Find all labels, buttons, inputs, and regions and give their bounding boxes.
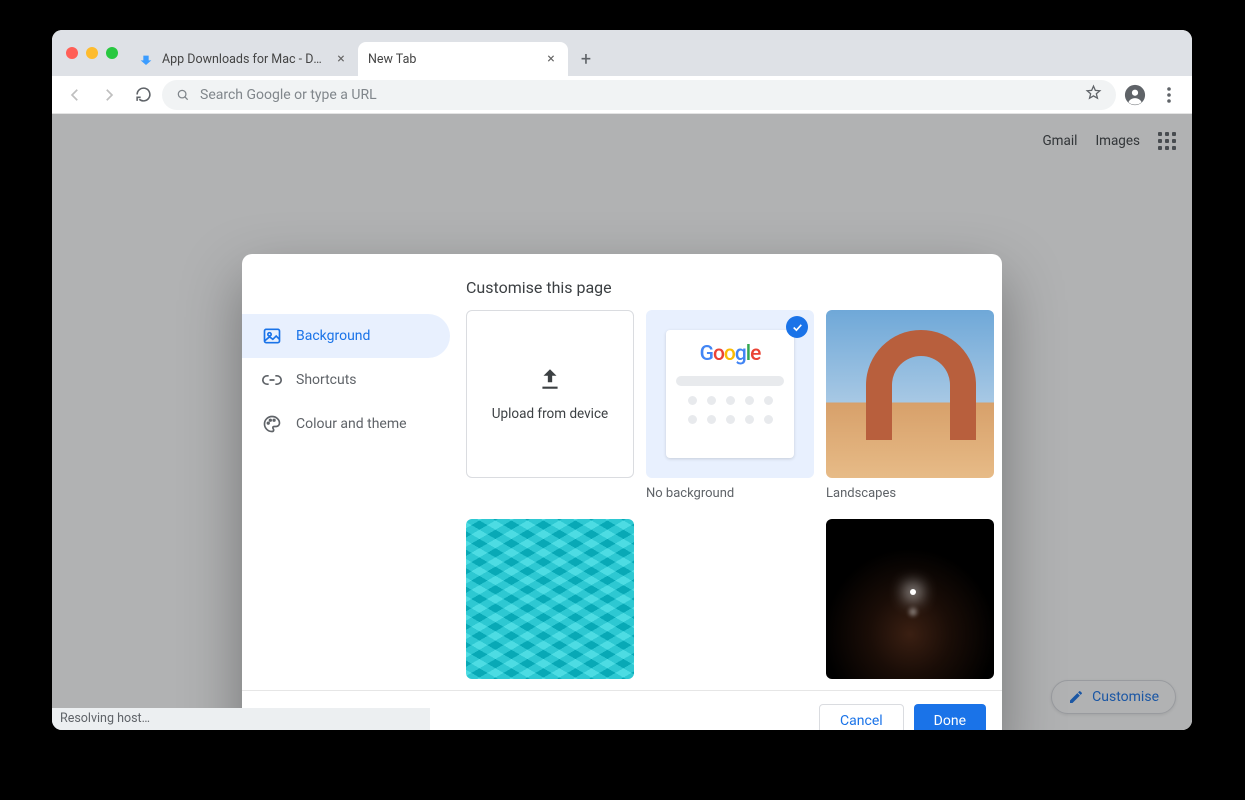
tab-strip: App Downloads for Mac - Dow… × New Tab ×…	[52, 30, 1192, 76]
maximize-window-button[interactable]	[106, 47, 118, 59]
window-controls	[60, 30, 128, 76]
sidebar-item-background[interactable]: Background	[242, 314, 450, 358]
link-icon	[262, 370, 282, 390]
menu-button[interactable]	[1154, 80, 1184, 110]
tab-new-tab[interactable]: New Tab ×	[358, 42, 568, 76]
image-icon	[262, 326, 282, 346]
dialog-sidebar: Background Shortcuts Colour and theme	[242, 254, 450, 730]
close-tab-icon[interactable]: ×	[544, 52, 558, 66]
forward-button[interactable]	[94, 80, 124, 110]
toolbar: Search Google or type a URL	[52, 76, 1192, 114]
tab-title: New Tab	[368, 52, 536, 67]
new-tab-button[interactable]: +	[572, 45, 600, 73]
back-button[interactable]	[60, 80, 90, 110]
tile-upload[interactable]: Upload from device	[466, 310, 634, 501]
dialog-title: Customise this page	[466, 278, 612, 297]
tile-caption: Landscapes	[826, 486, 994, 501]
favicon-app	[138, 51, 154, 67]
tile-textures[interactable]	[466, 519, 634, 679]
cancel-button[interactable]: Cancel	[819, 704, 904, 731]
tab-app-downloads[interactable]: App Downloads for Mac - Dow… ×	[128, 42, 358, 76]
background-grid: Upload from device Google	[466, 310, 982, 679]
close-window-button[interactable]	[66, 47, 78, 59]
reload-button[interactable]	[128, 80, 158, 110]
search-icon	[176, 88, 190, 102]
sidebar-item-shortcuts[interactable]: Shortcuts	[242, 358, 450, 402]
palette-icon	[262, 414, 282, 434]
tile-space[interactable]	[826, 519, 994, 679]
upload-icon	[537, 366, 563, 392]
google-logo: Google	[700, 342, 761, 366]
tile-label: Upload from device	[492, 406, 608, 422]
tile-no-background[interactable]: Google No background	[646, 310, 814, 501]
tab-title: App Downloads for Mac - Dow…	[162, 52, 326, 67]
no-background-preview: Google	[666, 330, 794, 458]
sidebar-item-colour[interactable]: Colour and theme	[242, 402, 450, 446]
status-text: Resolving host…	[60, 711, 150, 726]
bookmark-star-icon[interactable]	[1085, 84, 1102, 105]
page-content: Gmail Images Customise Customise this pa…	[52, 114, 1192, 730]
check-badge-icon	[786, 316, 808, 338]
browser-window: App Downloads for Mac - Dow… × New Tab ×…	[52, 30, 1192, 730]
done-button[interactable]: Done	[914, 704, 986, 731]
close-tab-icon[interactable]: ×	[334, 52, 348, 66]
address-bar[interactable]: Search Google or type a URL	[162, 80, 1116, 110]
omnibox-placeholder: Search Google or type a URL	[200, 87, 377, 103]
sidebar-label: Background	[296, 328, 370, 344]
status-bar: Resolving host…	[52, 708, 430, 730]
profile-button[interactable]	[1120, 80, 1150, 110]
minimize-window-button[interactable]	[86, 47, 98, 59]
sidebar-label: Colour and theme	[296, 416, 407, 432]
customise-dialog: Customise this page Background Shortcuts	[242, 254, 1002, 730]
dialog-main: Upload from device Google	[450, 254, 1002, 730]
sidebar-label: Shortcuts	[296, 372, 357, 388]
tile-caption: No background	[646, 486, 814, 501]
tile-landscapes[interactable]: Landscapes	[826, 310, 994, 501]
